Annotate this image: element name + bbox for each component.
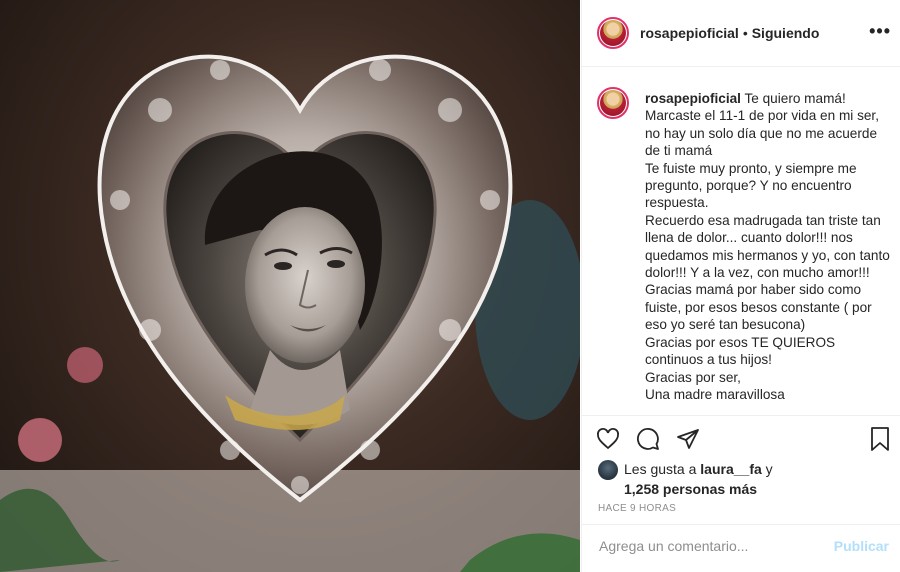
bookmark-icon[interactable]: [870, 427, 890, 451]
caption-line: Una madre maravillosa: [645, 386, 785, 402]
caption-line: Recuerdo esa madrugada tan triste tan ll…: [645, 212, 890, 281]
post-side-panel: rosapepioficial • Siguiendo ••• rosapepi…: [581, 0, 900, 572]
likes-summary: Les gusta a laura__fa y 1,258 personas m…: [598, 460, 773, 498]
post-header: rosapepioficial • Siguiendo •••: [582, 0, 900, 67]
actions-section: Les gusta a laura__fa y 1,258 personas m…: [582, 415, 900, 566]
caption-line: rosapepioficial Te quiero mamá!: [645, 91, 846, 106]
caption-line: Te fuiste muy pronto, y siempre me pregu…: [645, 160, 857, 211]
heart-icon[interactable]: [596, 427, 620, 451]
author-avatar[interactable]: [597, 17, 629, 49]
author-username[interactable]: rosapepioficial: [640, 25, 739, 41]
liker-avatar[interactable]: [598, 460, 618, 481]
more-options-icon[interactable]: •••: [869, 22, 891, 40]
likes-count[interactable]: 1,258 personas más: [624, 480, 773, 498]
caption-scroll-area[interactable]: rosapepioficial Te quiero mamá! Marcaste…: [582, 67, 900, 415]
comment-input[interactable]: [597, 537, 831, 555]
caption-line: Gracias mamá por haber sido como fuiste,…: [645, 282, 872, 333]
caption-line: Marcaste el 11-1 de por vida en mi ser, …: [645, 108, 879, 159]
caption-text: rosapepioficial Te quiero mamá! Marcaste…: [645, 90, 890, 403]
post-image[interactable]: [0, 0, 580, 572]
caption-line: Gracias por ser,: [645, 369, 741, 385]
framed-portrait-illustration: [0, 54, 580, 572]
follow-status-button[interactable]: Siguiendo: [752, 25, 820, 41]
separator-dot: •: [742, 25, 748, 41]
caption-username[interactable]: rosapepioficial: [645, 91, 741, 106]
caption-line: Gracias por esos TE QUIEROS continuos a …: [645, 334, 836, 368]
action-icons: [596, 426, 716, 452]
post-time[interactable]: HACE 9 HORAS: [598, 503, 676, 514]
share-icon[interactable]: [676, 427, 700, 451]
caption-author-avatar[interactable]: [597, 87, 629, 119]
comment-icon[interactable]: [636, 427, 660, 451]
publish-button[interactable]: Publicar: [834, 538, 889, 554]
liker-username[interactable]: laura__fa: [700, 461, 761, 477]
comment-box: Publicar: [582, 524, 900, 567]
